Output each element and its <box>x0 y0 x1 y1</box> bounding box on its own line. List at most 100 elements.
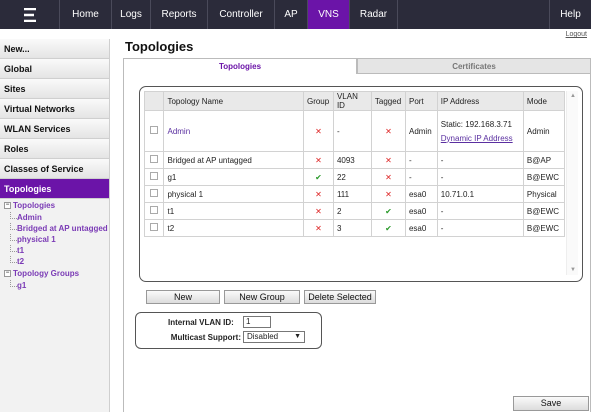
cell-vlan: 2 <box>332 202 372 220</box>
nav-help[interactable]: Help <box>549 0 591 29</box>
column-header-ip[interactable]: IP Address <box>436 91 524 111</box>
cell-name[interactable]: t2 <box>163 219 304 237</box>
topology-tree: − Topologies Admin Bridged at AP untagge… <box>0 199 109 291</box>
cell-tagged: ✔ <box>370 219 406 237</box>
delete-selected-button[interactable]: Delete Selected <box>304 290 376 304</box>
topology-table-frame: Topology Name Group VLAN ID Tagged Port … <box>139 86 583 282</box>
nav-logs[interactable]: Logs <box>112 0 151 29</box>
cell-group: ✔ <box>302 168 334 186</box>
chevron-down-icon: ▼ <box>294 333 301 340</box>
new-group-button[interactable]: New Group <box>224 290 300 304</box>
column-header-name[interactable]: Topology Name <box>163 91 304 111</box>
sidebar-item-classes-of-service[interactable]: Classes of Service <box>0 159 109 179</box>
cell-mode: B@EWC <box>522 168 566 186</box>
sidebar-item-virtual-networks[interactable]: Virtual Networks <box>0 99 109 119</box>
table-row[interactable]: t1 ✕ 2 ✔ esa0 - B@EWC <box>143 202 566 220</box>
scroll-down-icon[interactable]: ▼ <box>567 267 579 273</box>
scroll-up-icon[interactable]: ▲ <box>567 93 579 99</box>
cell-port: esa0 <box>404 219 438 237</box>
tree-leaf-t1[interactable]: t1 <box>4 245 109 256</box>
cell-mode: B@EWC <box>522 219 566 237</box>
row-checkbox[interactable] <box>150 189 159 197</box>
column-header-vlan[interactable]: VLAN ID <box>332 91 372 111</box>
tree-leaf-admin[interactable]: Admin <box>4 212 109 223</box>
cell-tagged: ✔ <box>370 202 406 220</box>
cell-group: ✕ <box>302 110 334 152</box>
nav-controller[interactable]: Controller <box>208 0 275 29</box>
row-checkbox[interactable] <box>150 223 159 231</box>
tree-node-topology-groups[interactable]: − Topology Groups <box>4 269 109 279</box>
table-row[interactable]: physical 1 ✕ 111 ✕ esa0 10.71.0.1 Physic… <box>143 185 566 203</box>
tree-leaf-bridged[interactable]: Bridged at AP untagged <box>4 223 109 234</box>
table-row[interactable]: t2 ✕ 3 ✔ esa0 - B@EWC <box>143 219 566 237</box>
multicast-support-select[interactable]: Disabled ▼ <box>243 331 305 343</box>
top-nav-bar: Home Logs Reports Controller AP VNS Rada… <box>0 0 591 29</box>
collapse-icon[interactable]: − <box>4 270 11 277</box>
cell-vlan: 111 <box>332 185 372 203</box>
table-row[interactable]: Bridged at AP untagged ✕ 4093 ✕ - - B@AP <box>143 151 566 169</box>
sidebar-item-wlan-services[interactable]: WLAN Services <box>0 119 109 139</box>
cell-port: esa0 <box>404 202 438 220</box>
sidebar-item-topologies[interactable]: Topologies <box>0 179 109 199</box>
cell-tagged: ✕ <box>370 185 406 203</box>
table-row[interactable]: g1 ✔ 22 ✕ - - B@EWC <box>143 168 566 186</box>
nav-reports[interactable]: Reports <box>151 0 208 29</box>
page-title: Topologies <box>125 39 194 54</box>
tree-leaf-g1[interactable]: g1 <box>4 280 109 291</box>
cell-port: - <box>404 151 438 169</box>
column-header-group[interactable]: Group <box>302 91 334 111</box>
sidebar-item-sites[interactable]: Sites <box>0 79 109 99</box>
tree-leaf-t2[interactable]: t2 <box>4 256 109 267</box>
cell-mode: B@AP <box>522 151 566 169</box>
tab-certificates[interactable]: Certificates <box>357 58 591 74</box>
tab-topologies[interactable]: Topologies <box>123 58 357 74</box>
row-checkbox[interactable] <box>150 155 159 163</box>
ip-static-text: Static: 192.168.3.71 <box>440 119 512 129</box>
nav-vns[interactable]: VNS <box>308 0 350 29</box>
column-header-port[interactable]: Port <box>404 91 438 111</box>
collapse-icon[interactable]: − <box>4 202 11 209</box>
tree-node-label: Topology Groups <box>13 269 80 278</box>
row-checkbox[interactable] <box>150 206 159 214</box>
row-checkbox[interactable] <box>150 126 159 134</box>
nav-ap[interactable]: AP <box>275 0 308 29</box>
column-header-tagged[interactable]: Tagged <box>370 91 406 111</box>
cell-name[interactable]: t1 <box>163 202 304 220</box>
nav-radar[interactable]: Radar <box>350 0 398 29</box>
cell-ip: - <box>436 168 524 186</box>
cell-mode: Physical <box>522 185 566 203</box>
cell-tagged: ✕ <box>370 151 406 169</box>
cell-name[interactable]: Bridged at AP untagged <box>163 151 304 169</box>
cell-vlan: 4093 <box>332 151 372 169</box>
table-row[interactable]: Admin ✕ - ✕ Admin Static: 192.168.3.71 D… <box>143 110 566 152</box>
sidebar-item-global[interactable]: Global <box>0 59 109 79</box>
sidebar-item-roles[interactable]: Roles <box>0 139 109 159</box>
logout-link[interactable]: Logout <box>566 31 587 38</box>
tree-node-topologies[interactable]: − Topologies <box>4 201 109 211</box>
save-button[interactable]: Save <box>513 396 589 411</box>
column-header-select <box>143 91 165 111</box>
extreme-logo-icon[interactable] <box>0 0 60 29</box>
nav-home[interactable]: Home <box>60 0 112 29</box>
sidebar: New... Global Sites Virtual Networks WLA… <box>0 39 110 412</box>
cell-group: ✕ <box>302 151 334 169</box>
internal-vlan-input[interactable]: 1 <box>243 316 271 328</box>
cell-name[interactable]: physical 1 <box>163 185 304 203</box>
topology-table: Topology Name Group VLAN ID Tagged Port … <box>143 91 566 237</box>
cell-ip: - <box>436 202 524 220</box>
cell-port: - <box>404 168 438 186</box>
internal-vlan-label: Internal VLAN ID: <box>168 318 234 327</box>
tree-leaf-physical-1[interactable]: physical 1 <box>4 234 109 245</box>
multicast-support-value: Disabled <box>247 332 279 341</box>
cell-ip: 10.71.0.1 <box>436 185 524 203</box>
new-button[interactable]: New <box>146 290 220 304</box>
column-header-mode[interactable]: Mode <box>522 91 566 111</box>
sidebar-item-new[interactable]: New... <box>0 39 109 59</box>
cell-tagged: ✕ <box>370 168 406 186</box>
table-scrollbar[interactable]: ▲ ▼ <box>566 91 578 275</box>
cell-name[interactable]: Admin <box>163 110 304 152</box>
cell-name[interactable]: g1 <box>163 168 304 186</box>
cell-mode: Admin <box>522 110 566 152</box>
row-checkbox[interactable] <box>150 172 159 180</box>
dynamic-ip-link[interactable]: Dynamic IP Address <box>441 134 520 143</box>
